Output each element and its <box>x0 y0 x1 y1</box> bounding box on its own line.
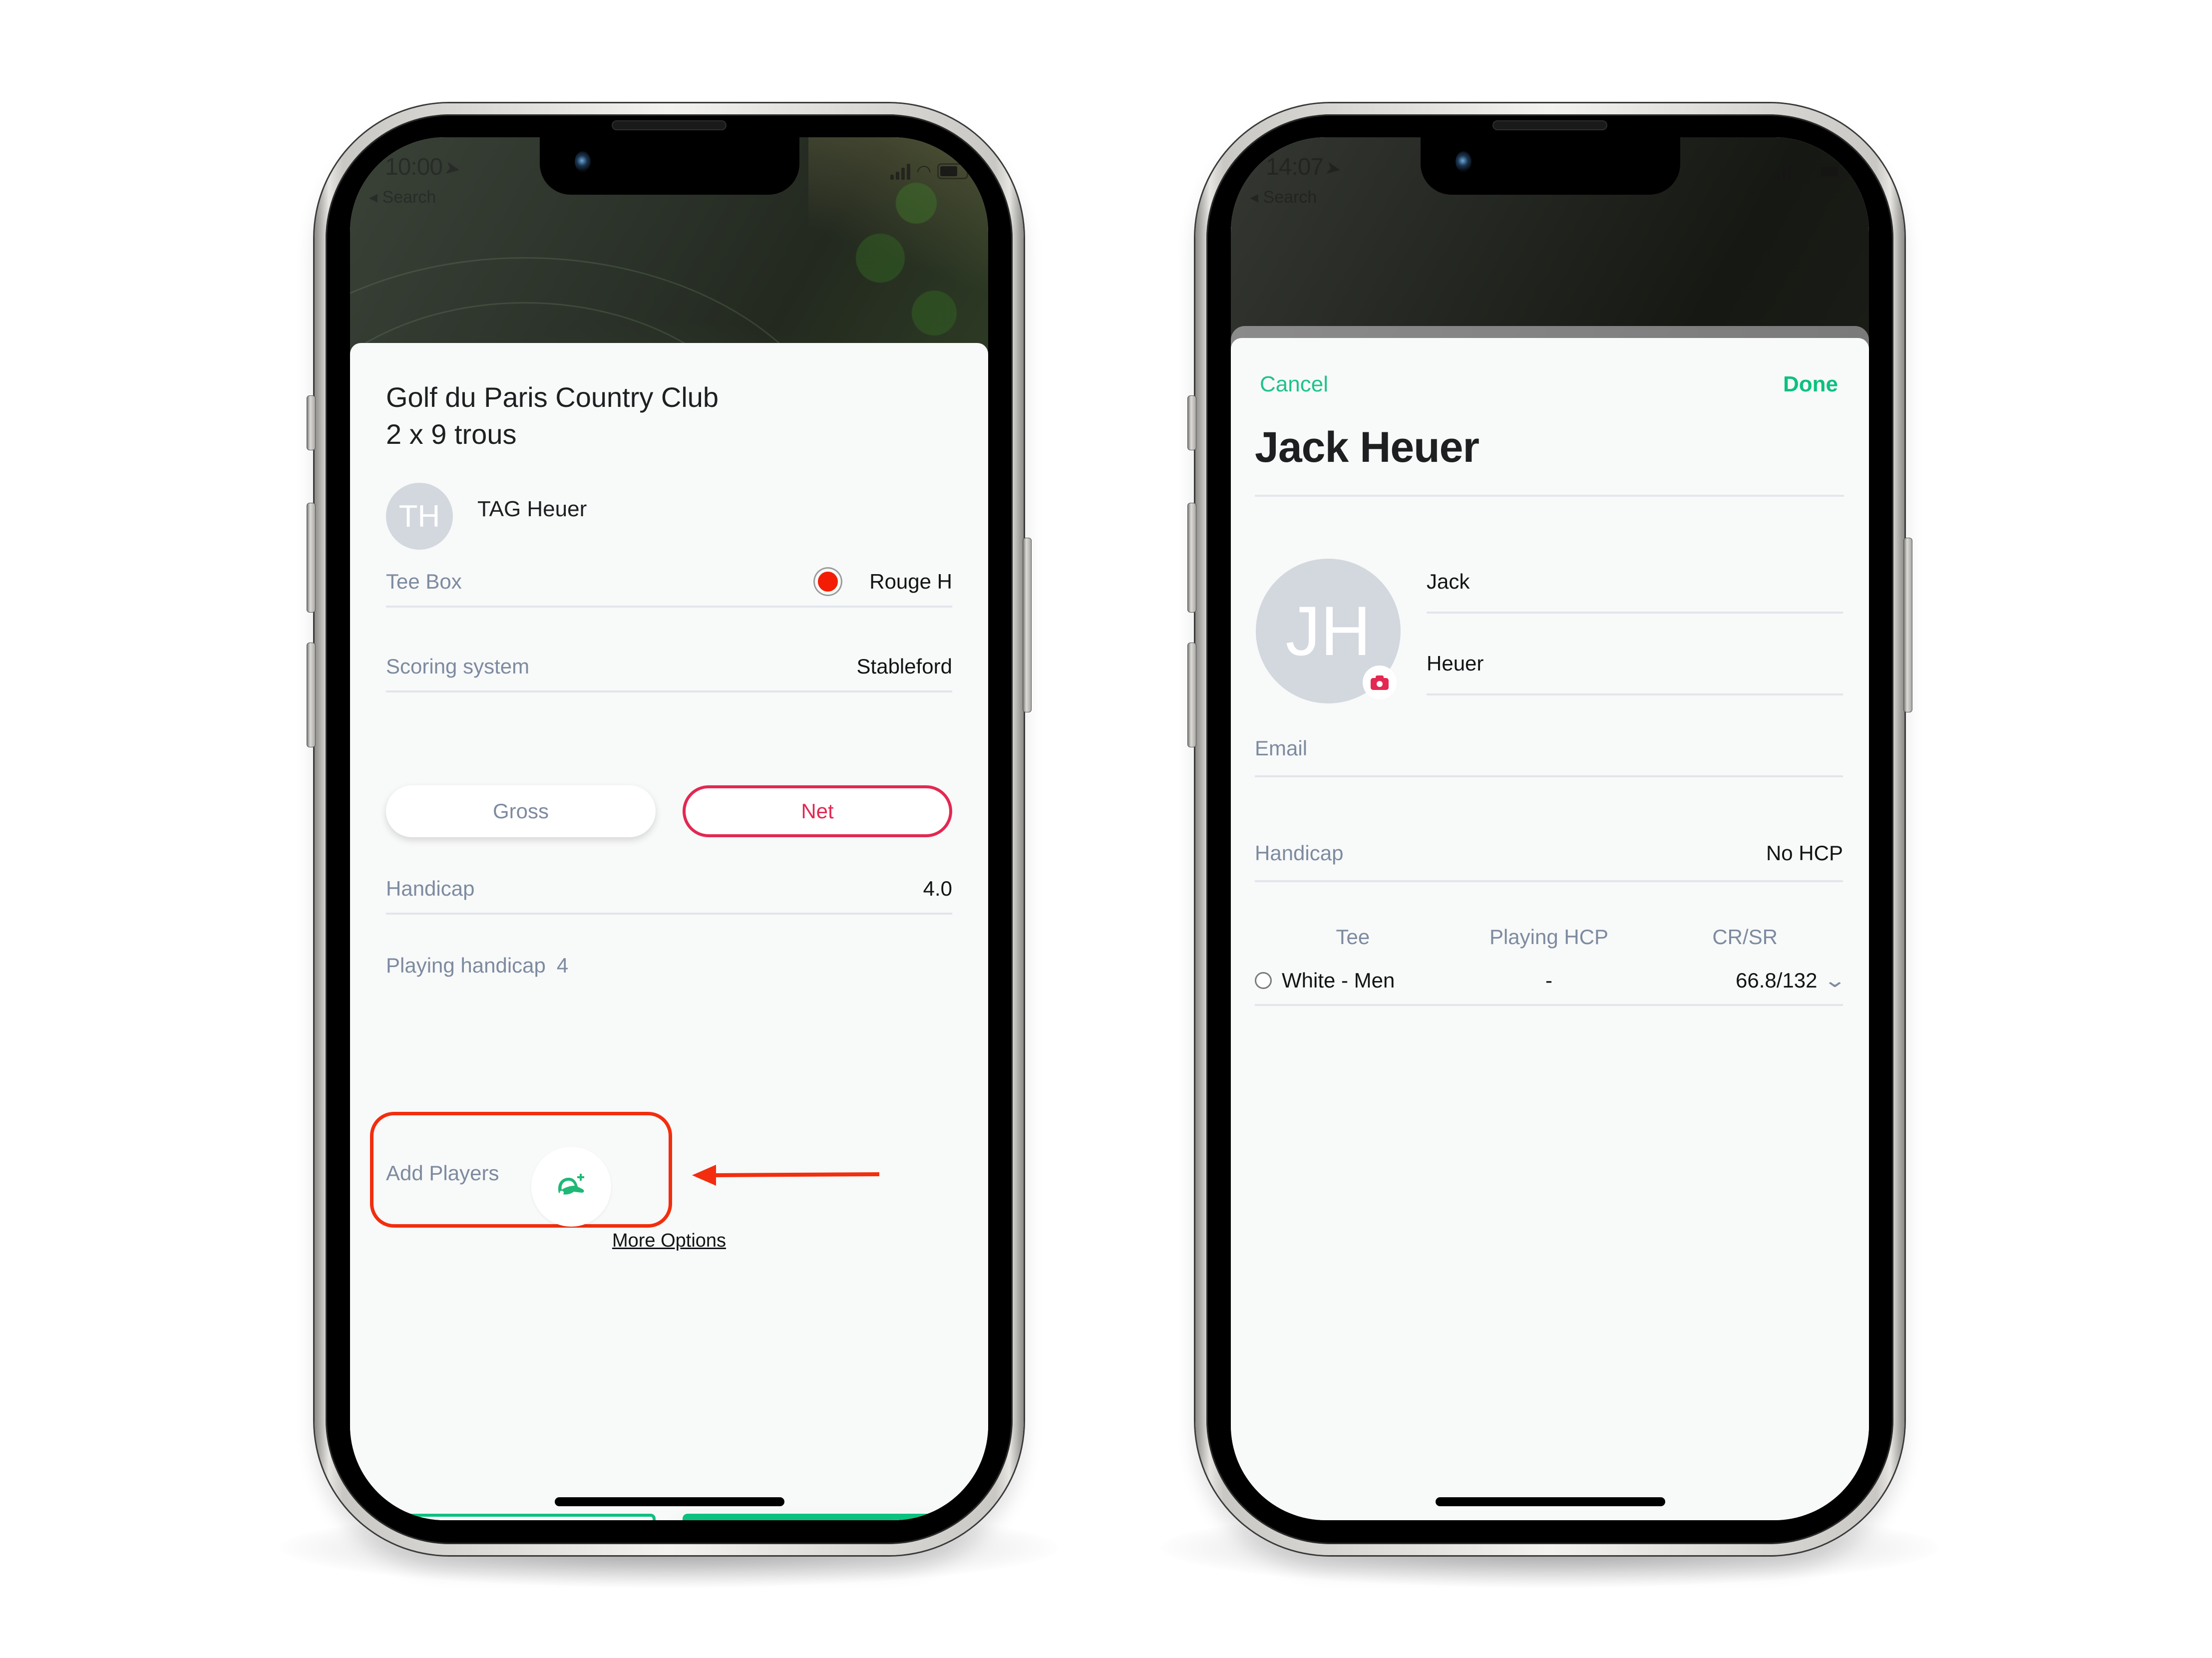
status-icons: ◠ <box>890 161 968 181</box>
first-name-field[interactable]: Jack <box>1427 570 1470 594</box>
cr-sr-value: 66.8/132 <box>1736 969 1818 992</box>
time-text: 14:07 <box>1266 154 1324 180</box>
table-row[interactable]: White - Men - 66.8/132 ⌄ <box>1255 957 1846 1006</box>
back-to-search-link[interactable]: ◂ Search <box>1250 187 1317 207</box>
tee-box-label: Tee Box <box>386 570 462 593</box>
start-round-button[interactable]: Start Round <box>683 1514 952 1520</box>
add-players-label: Add Players <box>386 1161 499 1185</box>
avatar-initials: JH <box>1285 592 1371 670</box>
change-photo-button[interactable] <box>1363 665 1397 699</box>
course-title: Golf du Paris Country Club 2 x 9 trous <box>386 379 719 453</box>
silent-switch <box>307 395 316 450</box>
chevron-down-icon[interactable]: ⌄ <box>1823 969 1846 992</box>
time-text: 10:00 <box>385 154 443 180</box>
front-camera <box>1456 151 1472 172</box>
scoring-system-value: Stableford <box>856 655 952 678</box>
course-layout: 2 x 9 trous <box>386 418 517 450</box>
signal-icon <box>1771 163 1792 180</box>
silent-switch <box>1187 395 1196 450</box>
screen-edit-player: 14:07➤ ◂ Search ◠ Cancel Done Jack Heuer… <box>1231 137 1869 1520</box>
status-icons: ◠ <box>1771 161 1849 181</box>
handicap-label: Handicap <box>1255 841 1344 865</box>
wifi-icon: ◠ <box>916 162 931 181</box>
player-full-name-title: Jack Heuer <box>1255 423 1479 471</box>
phone-frame-right: 14:07➤ ◂ Search ◠ Cancel Done Jack Heuer… <box>1187 103 1912 1555</box>
column-header-playing-hcp: Playing HCP <box>1489 925 1609 949</box>
red-tee-dot-icon <box>815 569 841 595</box>
tee-box-row[interactable]: Tee Box Rouge H <box>386 563 952 608</box>
more-options-link[interactable]: More Options <box>350 1230 988 1252</box>
cr-sr-cell: 66.8/132 ⌄ <box>1647 969 1846 993</box>
wifi-icon: ◠ <box>1797 162 1812 181</box>
email-field[interactable]: Email <box>1255 722 1843 777</box>
tee-name: White - Men <box>1282 969 1395 992</box>
battery-icon <box>1818 163 1849 179</box>
playing-handicap-value: 4 <box>556 954 569 977</box>
round-setup-sheet: Golf du Paris Country Club 2 x 9 trous T… <box>350 343 988 1520</box>
tee-box-value: Rouge H <box>869 570 952 593</box>
handicap-label: Handicap <box>386 877 475 900</box>
front-camera <box>575 151 591 172</box>
screen-round-setup: 10:00➤ ◂ Search ◠ Golf du Paris Country … <box>350 137 988 1520</box>
avatar-initials: TH <box>398 499 440 534</box>
annotation-arrow-icon <box>692 1165 880 1186</box>
handicap-row[interactable]: Handicap 4.0 <box>386 870 952 915</box>
tee-table-header: Tee Playing HCP CR/SR <box>1255 917 1843 957</box>
status-time: 10:00➤ <box>385 153 462 181</box>
volume-down-button <box>307 643 316 747</box>
net-toggle[interactable]: Net <box>683 785 952 837</box>
handicap-row[interactable]: Handicap No HCP <box>1255 827 1843 882</box>
playing-handicap-label: Playing handicap <box>386 954 546 977</box>
player-avatar: TH <box>386 483 453 550</box>
status-time: 14:07➤ <box>1266 153 1343 181</box>
player-name: TAG Heuer <box>477 497 587 521</box>
earpiece-speaker <box>612 120 727 130</box>
volume-up-button <box>1187 503 1196 613</box>
home-indicator[interactable] <box>555 1497 784 1506</box>
notch <box>1421 137 1680 195</box>
back-to-search-link[interactable]: ◂ Search <box>369 187 436 207</box>
handicap-value: No HCP <box>1766 841 1843 865</box>
playing-hcp-cell: - <box>1545 969 1552 992</box>
add-players-button[interactable] <box>531 1147 611 1227</box>
modal-done-button[interactable]: Done <box>1783 372 1838 397</box>
scoring-system-row[interactable]: Scoring system Stableford <box>386 648 952 692</box>
power-button <box>1903 538 1912 712</box>
home-indicator[interactable] <box>1436 1497 1665 1506</box>
add-player-cap-icon <box>558 1174 584 1195</box>
tee-radio-button[interactable] <box>1255 972 1272 989</box>
volume-up-button <box>307 503 316 613</box>
gross-toggle[interactable]: Gross <box>386 785 656 837</box>
playing-handicap: Playing handicap 4 <box>386 954 568 978</box>
signal-icon <box>890 163 911 180</box>
edit-player-modal: Cancel Done Jack Heuer JH Jack Heuer Ema… <box>1231 338 1869 1520</box>
power-button <box>1023 538 1032 712</box>
tee-cell: White - Men <box>1255 969 1451 993</box>
course-name: Golf du Paris Country Club <box>386 381 719 413</box>
battery-icon <box>937 163 968 179</box>
modal-cancel-button[interactable]: Cancel <box>1260 372 1328 397</box>
volume-down-button <box>1187 643 1196 747</box>
last-name-field[interactable]: Heuer <box>1427 652 1483 675</box>
divider <box>1255 495 1844 497</box>
handicap-value: 4.0 <box>923 877 952 900</box>
location-arrow-icon: ➤ <box>442 157 462 181</box>
camera-icon <box>1371 675 1389 690</box>
column-header-tee: Tee <box>1336 925 1370 949</box>
notch <box>540 137 799 195</box>
scoring-system-label: Scoring system <box>386 655 530 678</box>
location-arrow-icon: ➤ <box>1323 157 1343 181</box>
tee-table: Tee Playing HCP CR/SR White - Men - 66.8… <box>1255 917 1846 1006</box>
email-label: Email <box>1255 736 1308 760</box>
cancel-button[interactable]: Cancel <box>386 1514 656 1520</box>
earpiece-speaker <box>1492 120 1607 130</box>
column-header-cr-sr: CR/SR <box>1712 925 1778 949</box>
first-name-underline <box>1427 612 1843 614</box>
phone-frame-left: 10:00➤ ◂ Search ◠ Golf du Paris Country … <box>307 103 1032 1555</box>
last-name-underline <box>1427 693 1843 695</box>
